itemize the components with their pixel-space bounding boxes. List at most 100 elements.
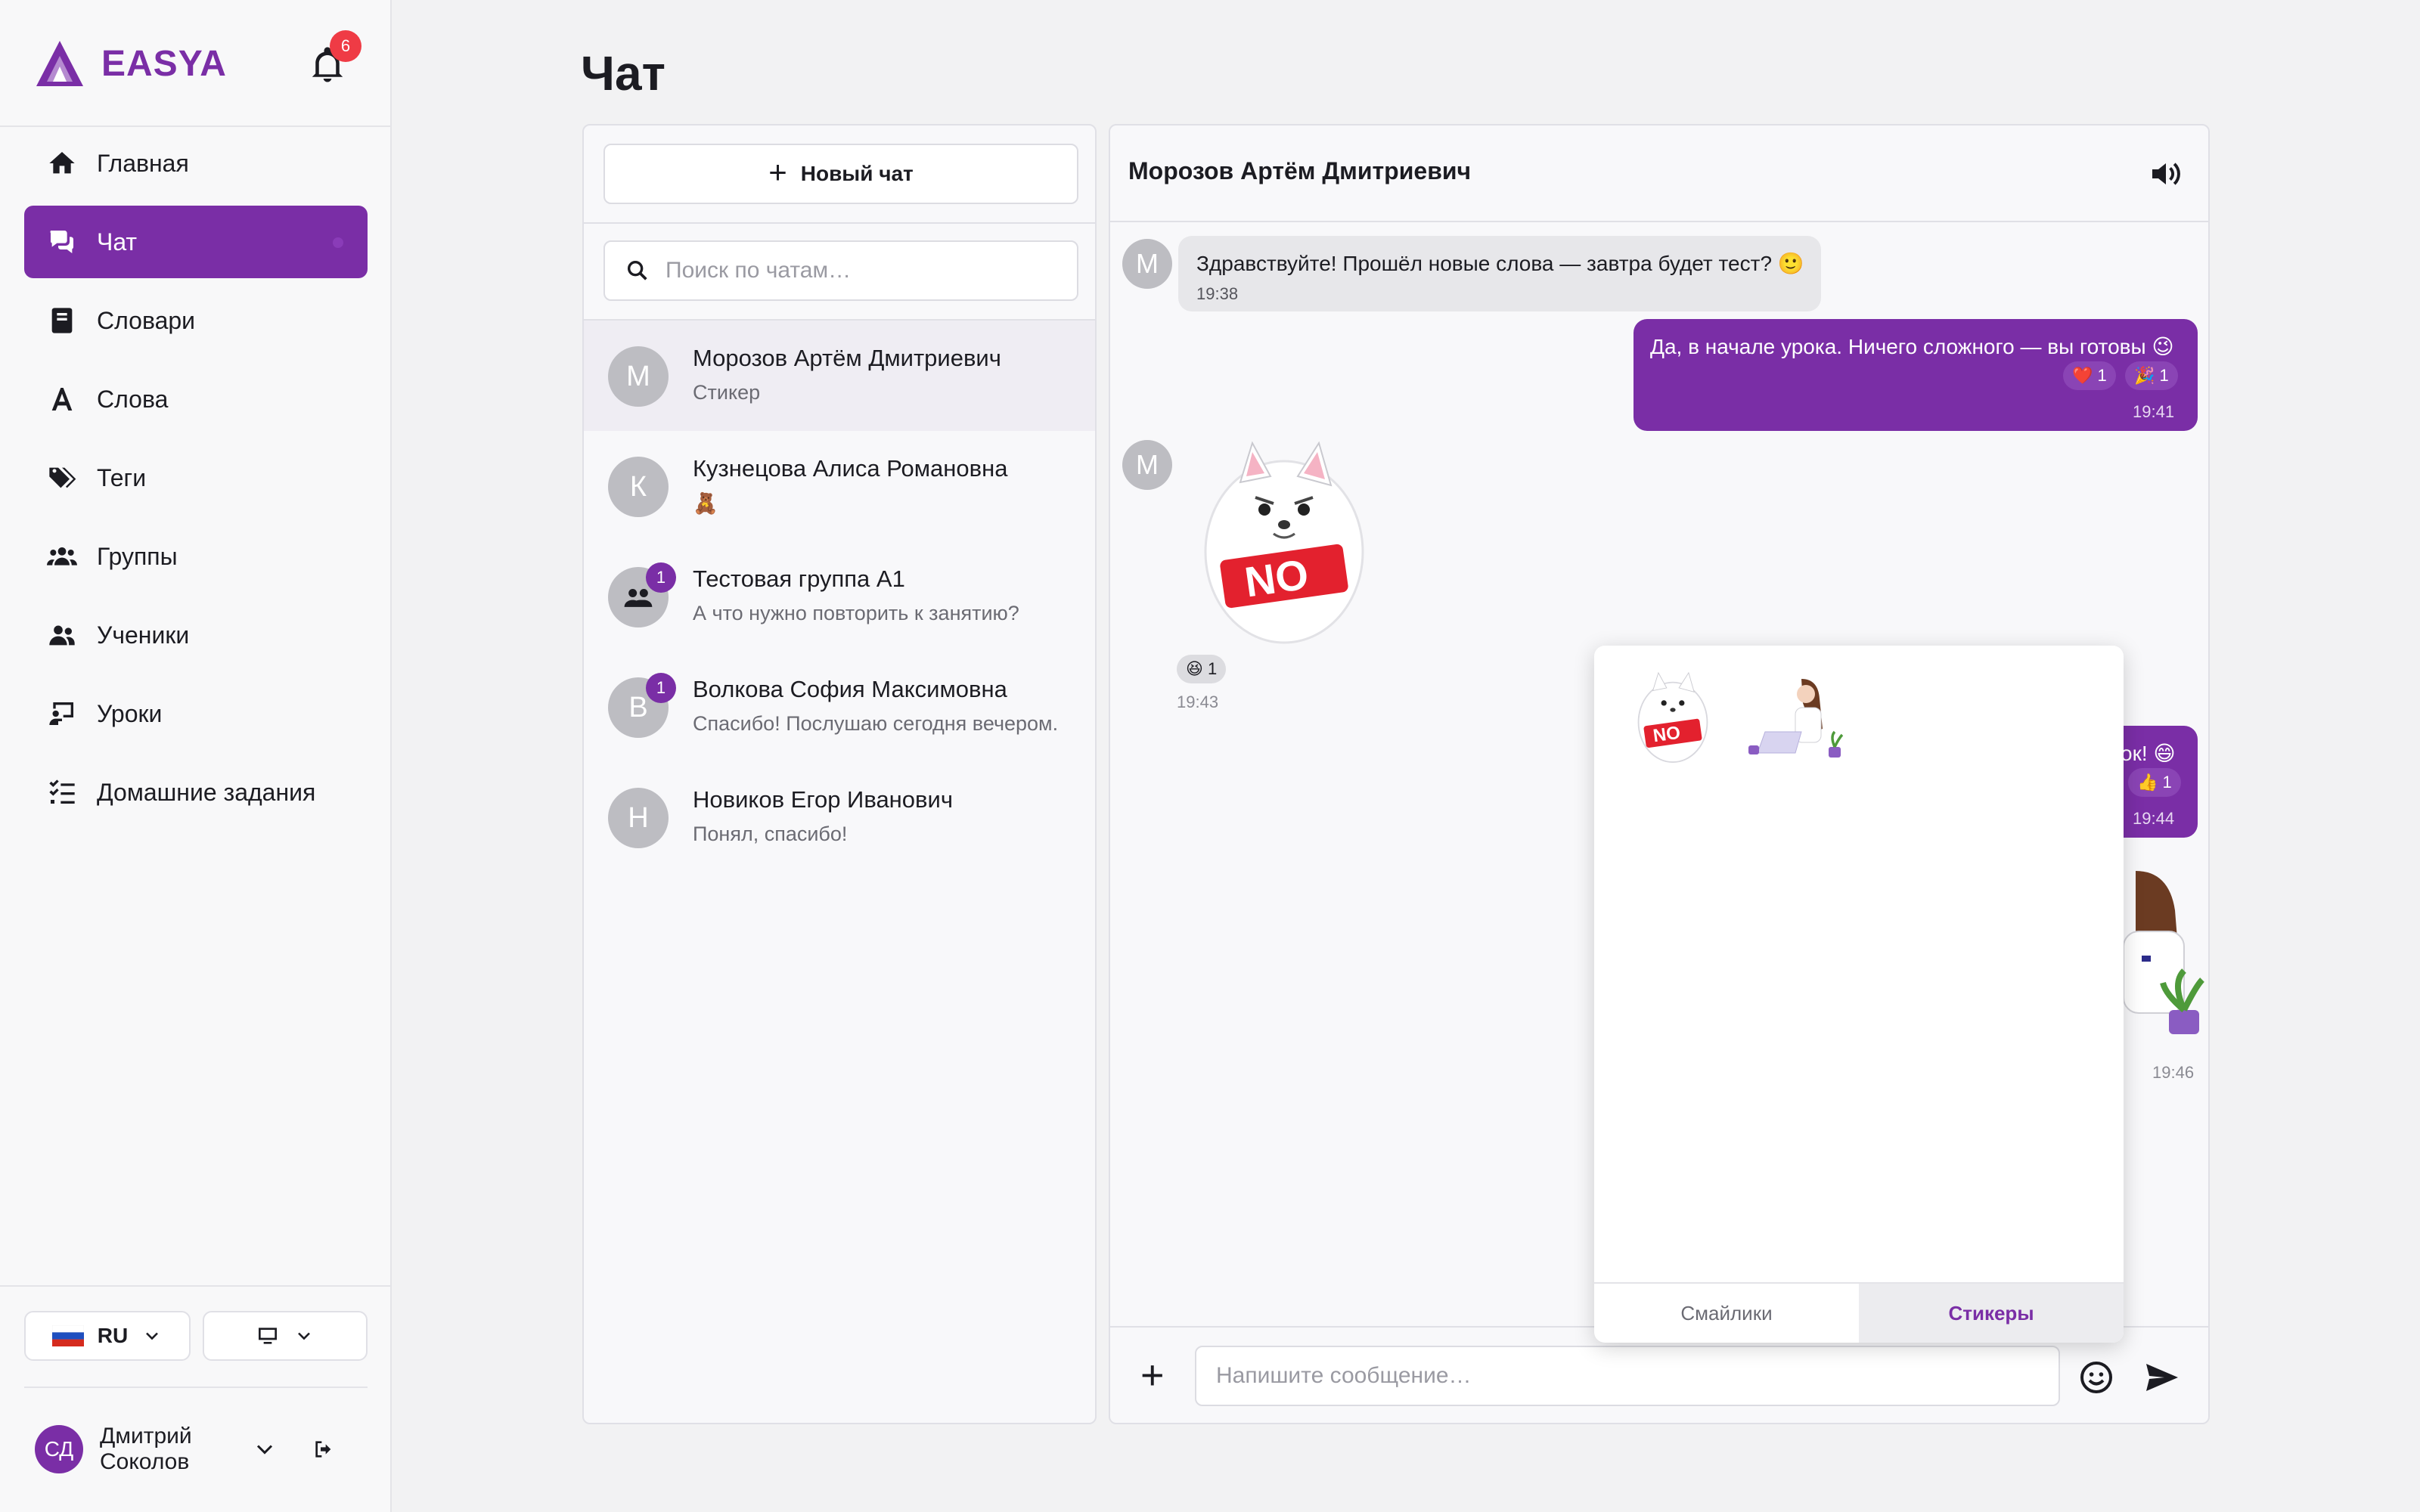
chevron-down-icon[interactable] bbox=[251, 1436, 278, 1463]
nav-label: Уроки bbox=[97, 699, 163, 727]
nav-item-chat[interactable]: Чат bbox=[24, 206, 368, 278]
conversation-avatar: М bbox=[608, 346, 669, 407]
message-text: ок! 😄 bbox=[2121, 742, 2176, 765]
message-text: Да, в начале урока. Ничего сложного — вы… bbox=[1650, 335, 2174, 358]
search-input[interactable] bbox=[666, 258, 1059, 284]
page-title: Чат bbox=[581, 46, 666, 101]
user-name: Дмитрий Соколов bbox=[100, 1424, 192, 1474]
main-nav: Главная Чат Словари Слова Теги Группы Уч… bbox=[24, 127, 368, 835]
nav-item-students[interactable]: Ученики bbox=[24, 599, 368, 671]
sticker-option-caption: NO bbox=[1652, 722, 1682, 747]
reaction-chip[interactable]: 👍 1 bbox=[2128, 768, 2181, 797]
message-avatar: М bbox=[1122, 239, 1172, 289]
brand-name: EASYA bbox=[101, 43, 227, 84]
chat-search[interactable] bbox=[603, 240, 1078, 301]
speaker-icon[interactable] bbox=[2148, 156, 2184, 192]
search-icon bbox=[627, 260, 647, 280]
conversation-item[interactable]: К Кузнецова Алиса Романовна 🧸 bbox=[584, 431, 1095, 541]
language-label: RU bbox=[97, 1324, 129, 1347]
attach-plus-icon[interactable]: + bbox=[1140, 1355, 1165, 1396]
nav-label: Чат bbox=[97, 228, 138, 256]
nav-item-groups[interactable]: Группы bbox=[24, 520, 368, 593]
conversation-last-message: Спасибо! Послушаю сегодня вечером. bbox=[693, 712, 1059, 735]
conversation-last-message: 🧸 bbox=[693, 492, 718, 515]
sticker-caption: NO bbox=[1242, 550, 1311, 606]
conversation-item[interactable]: М Морозов Артём Дмитриевич Стикер bbox=[584, 321, 1095, 431]
nav-item-homework[interactable]: Домашние задания bbox=[24, 756, 368, 829]
brand[interactable]: EASYA bbox=[35, 39, 227, 88]
new-chat-button[interactable]: + Новый чат bbox=[603, 144, 1078, 204]
theme-select[interactable] bbox=[203, 1311, 368, 1361]
chat-list-panel: + Новый чат М Морозов Артём Дмитриевич С… bbox=[582, 124, 1097, 1424]
nav-label: Слова bbox=[97, 385, 169, 413]
nav-item-lessons[interactable]: Уроки bbox=[24, 677, 368, 750]
divider bbox=[584, 222, 1095, 224]
sticker-no-cat[interactable] bbox=[1201, 437, 1367, 646]
sticker-option-girl-laptop[interactable] bbox=[1745, 674, 1851, 765]
conversation-item[interactable]: В 1 Волкова София Максимовна Спасибо! По… bbox=[584, 652, 1095, 762]
notification-badge: 6 bbox=[330, 30, 361, 62]
message-bubble-outgoing[interactable]: Да, в начале урока. Ничего сложного — вы… bbox=[1634, 319, 2198, 431]
message-time: 19:38 bbox=[1196, 284, 1239, 303]
sticker-option-no-cat[interactable] bbox=[1635, 670, 1711, 765]
nav-label: Теги bbox=[97, 463, 147, 491]
chevron-down-icon bbox=[146, 1332, 159, 1340]
unread-badge: 1 bbox=[646, 562, 676, 593]
lesson-icon bbox=[49, 702, 73, 725]
tab-stickers[interactable]: Стикеры bbox=[1859, 1284, 2124, 1343]
message-time: 19:41 bbox=[2133, 402, 2175, 421]
conversation-item[interactable]: Н Новиков Егор Иванович Понял, спасибо! bbox=[584, 762, 1095, 872]
send-icon[interactable] bbox=[2142, 1359, 2181, 1396]
nav-label: Группы bbox=[97, 542, 178, 570]
message-time: 19:43 bbox=[1177, 692, 1219, 711]
conversation-last-message: Понял, спасибо! bbox=[693, 823, 848, 845]
tags-icon bbox=[49, 467, 76, 488]
sidebar-divider bbox=[24, 1387, 368, 1388]
reaction-chip[interactable]: 😆 1 bbox=[1177, 655, 1227, 683]
message-time: 19:46 bbox=[2152, 1063, 2195, 1082]
conversation-name: Тестовая группа A1 bbox=[693, 565, 905, 592]
logout-icon[interactable] bbox=[312, 1437, 336, 1461]
conversation-item[interactable]: 1 Тестовая группа A1 А что нужно повтори… bbox=[584, 541, 1095, 652]
user-menu[interactable]: СД Дмитрий Соколов bbox=[35, 1423, 368, 1476]
chat-title: Морозов Артём Дмитриевич bbox=[1128, 157, 1472, 184]
unread-dot bbox=[333, 237, 343, 248]
conversation-name: Морозов Артём Дмитриевич bbox=[693, 345, 1001, 371]
chevron-down-icon bbox=[298, 1332, 310, 1340]
sidebar: EASYA 6 Главная Чат Словари Слова Теги Г… bbox=[0, 0, 392, 1512]
sidebar-divider bbox=[0, 1285, 392, 1287]
picker-tabs: Смайлики Стикеры bbox=[1594, 1282, 2124, 1343]
message-bubble-incoming[interactable]: Здравствуйте! Прошёл новые слова — завтр… bbox=[1178, 236, 1821, 311]
language-select[interactable]: RU bbox=[24, 1311, 191, 1361]
letter-icon bbox=[51, 388, 73, 411]
nav-item-dictionaries[interactable]: Словари bbox=[24, 284, 368, 357]
user-avatar: СД bbox=[35, 1425, 83, 1473]
plus-icon: + bbox=[768, 154, 787, 190]
nav-item-words[interactable]: Слова bbox=[24, 363, 368, 435]
nav-item-tags[interactable]: Теги bbox=[24, 442, 368, 514]
nav-item-home[interactable]: Главная bbox=[24, 127, 368, 200]
conversation-name: Новиков Егор Иванович bbox=[693, 786, 953, 813]
tasks-icon bbox=[49, 779, 75, 804]
conversation-last-message: А что нужно повторить к занятию? bbox=[693, 602, 1019, 624]
russia-flag-icon bbox=[51, 1325, 84, 1346]
tab-emoji[interactable]: Смайлики bbox=[1594, 1284, 1859, 1343]
home-icon bbox=[49, 152, 75, 174]
message-text: Здравствуйте! Прошёл новые слова — завтр… bbox=[1196, 252, 1804, 275]
monitor-icon bbox=[259, 1328, 277, 1344]
conversation-name: Кузнецова Алиса Романовна bbox=[693, 455, 1008, 482]
reaction-chip[interactable]: 🎉 1 bbox=[2125, 361, 2178, 390]
nav-label: Словари bbox=[97, 306, 196, 334]
emoji-icon[interactable] bbox=[2078, 1359, 2114, 1396]
message-avatar: М bbox=[1122, 440, 1172, 490]
conversation-avatar: Н bbox=[608, 788, 669, 848]
message-input[interactable] bbox=[1195, 1346, 2060, 1406]
group-icon bbox=[47, 547, 77, 565]
nav-label: Домашние задания bbox=[97, 778, 316, 806]
students-icon bbox=[49, 625, 75, 646]
emoji-sticker-picker: NO Смайлики Стикеры bbox=[1594, 646, 2124, 1343]
conversation-name: Волкова София Максимовна bbox=[693, 676, 1007, 702]
new-chat-label: Новый чат bbox=[800, 162, 914, 185]
conversation-last-message: Стикер bbox=[693, 381, 761, 404]
reaction-chip[interactable]: ❤️ 1 bbox=[2063, 361, 2116, 390]
